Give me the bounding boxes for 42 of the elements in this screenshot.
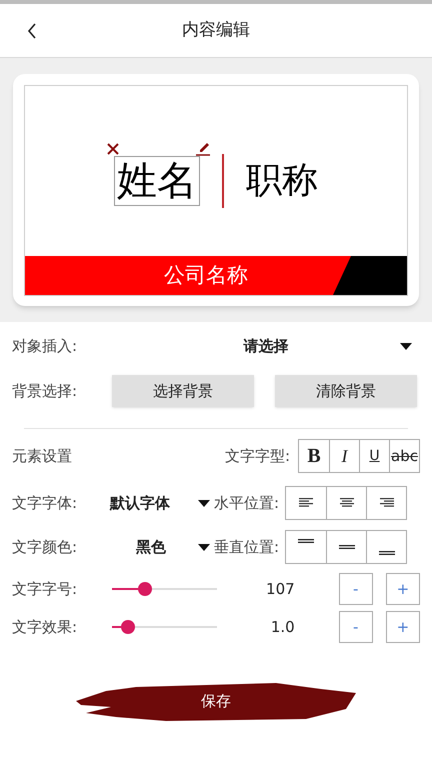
field-label: 垂直位置: — [214, 536, 280, 558]
company-text: 公司名称 — [164, 262, 249, 289]
decrease-button[interactable]: - — [338, 611, 373, 643]
dropdown-caret-icon — [198, 500, 210, 506]
slider[interactable] — [112, 620, 217, 634]
align-right-icon — [380, 498, 394, 508]
align-center-icon — [340, 498, 354, 508]
slider[interactable] — [112, 582, 217, 596]
pencil-icon[interactable] — [194, 140, 212, 156]
background-button[interactable]: 清除背景 — [275, 375, 417, 407]
slider-value: 107 — [265, 578, 295, 600]
text-style-button[interactable]: abc — [389, 440, 419, 472]
section-label: 元素设置 — [12, 446, 73, 467]
name-text: 姓名 — [114, 156, 200, 206]
field-label: 文字字体: — [12, 492, 78, 514]
field-label: 文字字号: — [12, 578, 78, 600]
slider-value: 1.0 — [270, 616, 295, 638]
insert-dropdown[interactable]: 请选择 — [112, 334, 420, 358]
align-left-icon — [299, 498, 314, 508]
delete-icon[interactable] — [106, 142, 120, 156]
field-label: 水平位置: — [214, 492, 280, 514]
slider-thumb[interactable] — [138, 582, 152, 596]
color-dropdown[interactable]: 黑色 — [110, 536, 210, 558]
job-title-text: 职称 — [246, 159, 318, 203]
valign-top-icon — [298, 539, 314, 543]
increase-button[interactable]: + — [386, 573, 420, 605]
valign-middle-icon — [338, 545, 355, 549]
slider-thumb[interactable] — [121, 620, 136, 634]
decrease-button[interactable]: - — [338, 573, 373, 605]
dropdown-caret-icon — [400, 342, 412, 350]
background-button[interactable]: 选择背景 — [112, 375, 254, 407]
font-dropdown[interactable]: 默认字体 — [110, 492, 210, 514]
field-label: 文字字型: — [224, 446, 290, 467]
increase-button[interactable]: + — [386, 611, 420, 643]
field-label: 对象插入: — [12, 336, 78, 357]
dropdown-caret-icon — [198, 544, 210, 550]
field-label: 文字颜色: — [12, 536, 78, 558]
page-title: 内容编辑 — [182, 18, 250, 42]
back-icon — [27, 22, 37, 38]
field-label: 文字效果: — [12, 616, 78, 638]
field-label: 背景选择: — [12, 380, 78, 402]
valign-bottom-icon — [378, 551, 395, 555]
